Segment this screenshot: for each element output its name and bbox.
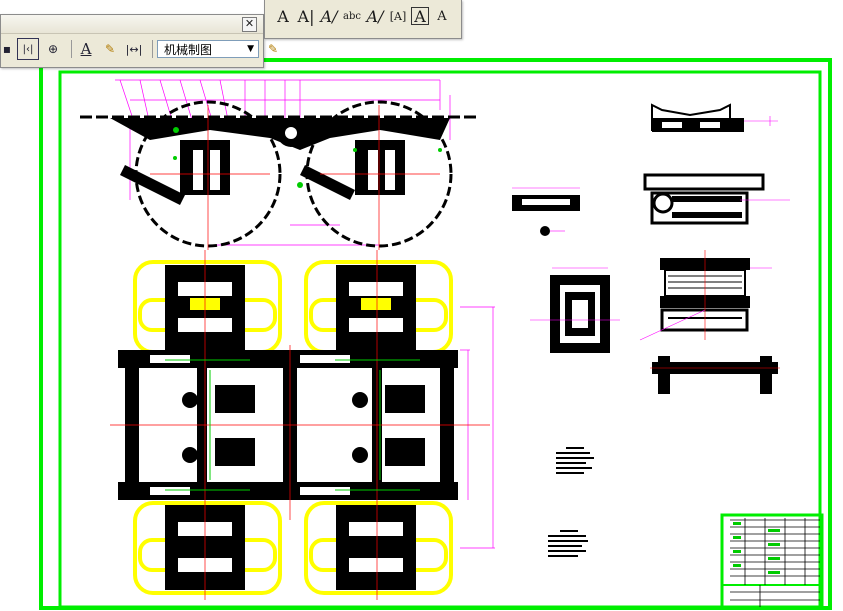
bogie-plan-view [110, 250, 495, 600]
detail-spring-pack [639, 250, 772, 341]
justify-text-icon[interactable]: A [432, 6, 452, 26]
notes-block-1 [556, 447, 594, 474]
detail-bearing-box [530, 267, 620, 353]
toolbar-titlebar[interactable]: ✕ [1, 15, 263, 34]
notes-block-2 [548, 530, 588, 557]
bogie-side-view [80, 79, 480, 250]
toolbar-separator [152, 40, 153, 58]
cad-drawing [39, 58, 832, 610]
text-style-icon[interactable]: A [76, 39, 96, 59]
drawing-canvas[interactable] [0, 0, 843, 611]
text-toolbar: A A| A/ abc A/ [A] A A [264, 0, 462, 39]
text-style-icon[interactable]: [A] [388, 6, 408, 26]
chevron-down-icon: ▼ [247, 44, 254, 54]
title-block [720, 513, 824, 609]
single-line-text-icon[interactable]: A| [296, 6, 316, 26]
outer-border [39, 58, 832, 610]
linear-dim-icon[interactable]: |↔| [124, 39, 144, 59]
dim-center-icon[interactable]: ⊕ [43, 39, 63, 59]
dim-style-icon[interactable]: ▪ [1, 39, 13, 59]
close-icon[interactable]: ✕ [242, 17, 257, 32]
detail-shaft [512, 187, 580, 236]
dim-update-icon[interactable]: |‹| [17, 38, 39, 60]
dimension-toolbar: ✕ ▪ |‹| ⊕ A ✎ |↔| 机械制图 ▼ ✎ [0, 14, 278, 68]
detail-spring-seat [651, 103, 778, 132]
detail-bracket [643, 173, 790, 225]
scale-text-icon[interactable]: A [411, 7, 429, 26]
multiline-text-icon[interactable]: A [273, 6, 293, 26]
detail-beam [650, 356, 780, 394]
pen-dim-icon[interactable]: ✎ [100, 39, 120, 59]
dim-style-combo[interactable]: 机械制图 ▼ [157, 40, 259, 58]
dim-edit-icon[interactable]: ✎ [263, 39, 283, 59]
edit-text-icon[interactable]: A/ [319, 6, 339, 26]
toolbar-separator [71, 40, 72, 58]
spell-check-icon[interactable]: A/ [365, 6, 385, 26]
find-replace-icon[interactable]: abc [342, 6, 362, 26]
dim-style-combo-value: 机械制图 [164, 42, 213, 57]
